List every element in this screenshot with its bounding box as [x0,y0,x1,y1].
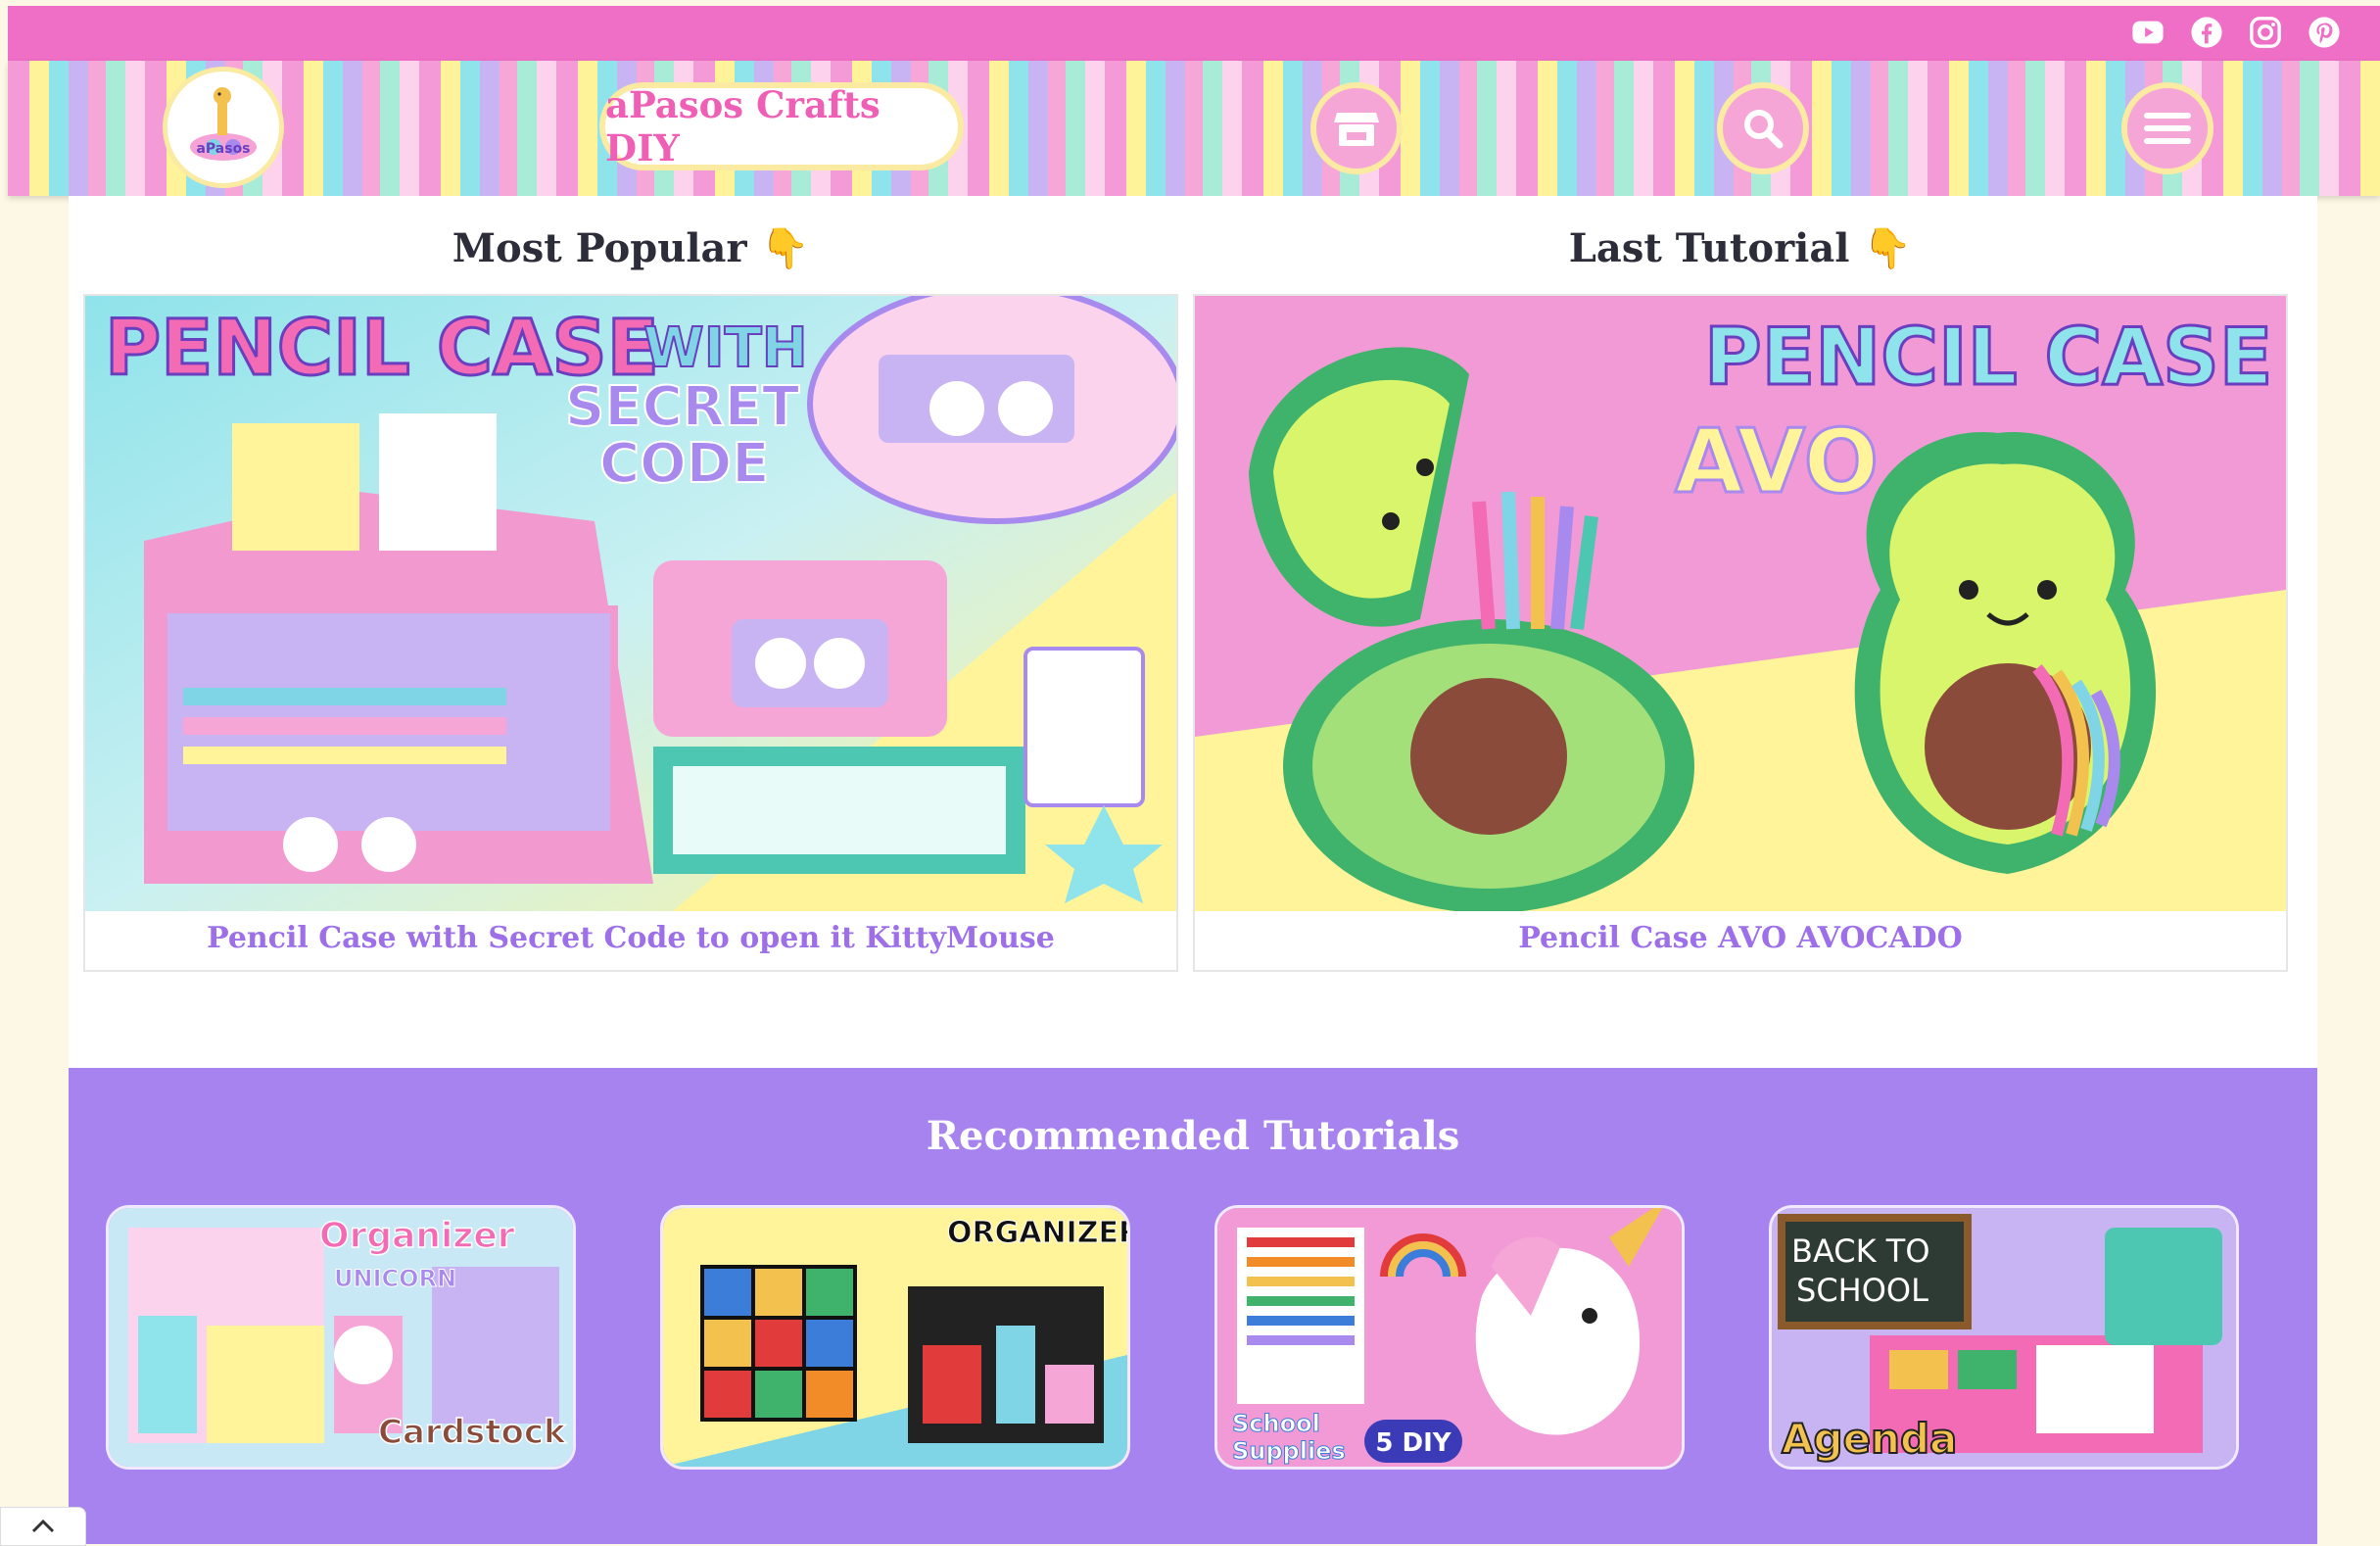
pencil-case-avocado-image: PENCIL CASE AVO [1195,296,2286,911]
popular-thumbnail[interactable]: PENCIL CASE WITH SECRET CODE [85,296,1176,911]
menu-button[interactable] [2121,82,2213,174]
shop-button[interactable] [1310,82,1403,174]
recommended-section: Recommended Tutorials Organizer UNICORN … [69,1068,2317,1544]
back-to-school-agenda-thumbnail: BACK TO SCHOOL Agenda [1772,1208,2236,1467]
popular-tutorial-card[interactable]: PENCIL CASE WITH SECRET CODE Pencil Case… [83,294,1178,972]
organizers-rubik-thumbnail: ORGANIZERS [663,1208,1127,1467]
recommended-item[interactable]: Organizer UNICORN Cardstock [106,1205,576,1470]
giraffe-logo-icon: aPasos [190,87,257,161]
latest-caption-link[interactable]: Pencil Case AVO AVOCADO [1195,907,2286,970]
pinterest-icon[interactable] [2308,16,2341,49]
search-button[interactable] [1717,82,1809,174]
youtube-icon[interactable] [2131,16,2165,49]
rec1-sub: UNICORN [334,1265,456,1292]
latest-image-title: PENCIL CASE [1704,312,2272,403]
rec2-title: ORGANIZERS [947,1216,1127,1250]
featured-section: Most Popular 👇 Last Tutorial 👇 PENCIL CA… [69,196,2317,1068]
rec1-bottom: Cardstock [378,1413,567,1452]
site-header: aPasos aPasos Crafts DIY [8,61,2380,196]
recommended-item[interactable]: BACK TO SCHOOL Agenda [1769,1205,2239,1470]
logo-text: aPasos [196,141,250,157]
rec3-badge: 5 DIY [1375,1428,1452,1458]
scroll-to-top-button[interactable] [0,1507,86,1546]
rec3-title: School [1232,1410,1320,1437]
recommended-title: Recommended Tutorials [926,1113,1460,1159]
last-tutorial-title: Last Tutorial 👇 [1568,225,1913,271]
latest-thumbnail[interactable]: PENCIL CASE AVO [1195,296,2286,911]
social-links [2131,16,2341,49]
search-icon [1744,110,1784,149]
popular-image-with: WITH [643,316,808,380]
rec1-title: Organizer [319,1216,515,1256]
recommended-item[interactable]: ORGANIZERS [660,1205,1130,1470]
latest-tutorial-card[interactable]: PENCIL CASE AVO Pencil Case AVO AVOCADO [1193,294,2288,972]
latest-image-avo: AVO [1675,411,1879,513]
brand-title[interactable]: aPasos Crafts DIY [599,82,964,170]
rec4-title: BACK TO [1791,1232,1930,1270]
recommended-item[interactable]: School Supplies 5 DIY [1214,1205,1685,1470]
facebook-icon[interactable] [2190,16,2223,49]
rec3-sub: Supplies [1232,1437,1346,1465]
shop-icon [1334,113,1379,146]
site-logo[interactable]: aPasos [163,67,284,188]
popular-image-secret: SECRET [565,375,799,439]
popular-image-code: CODE [599,432,769,496]
chevron-up-icon [31,1519,55,1533]
organizer-unicorn-thumbnail: Organizer UNICORN Cardstock [109,1208,573,1467]
school-supplies-unicorn-thumbnail: School Supplies 5 DIY [1217,1208,1682,1467]
pencil-case-secret-code-image: PENCIL CASE WITH SECRET CODE [85,296,1176,911]
rec4-sub: SCHOOL [1796,1272,1928,1309]
hamburger-menu-icon [2144,113,2191,144]
popular-caption-link[interactable]: Pencil Case with Secret Code to open it … [85,907,1176,970]
most-popular-title: Most Popular 👇 [452,225,810,271]
instagram-icon[interactable] [2249,16,2282,49]
top-social-bar [8,6,2380,61]
rec4-bottom: Agenda [1782,1415,1957,1463]
